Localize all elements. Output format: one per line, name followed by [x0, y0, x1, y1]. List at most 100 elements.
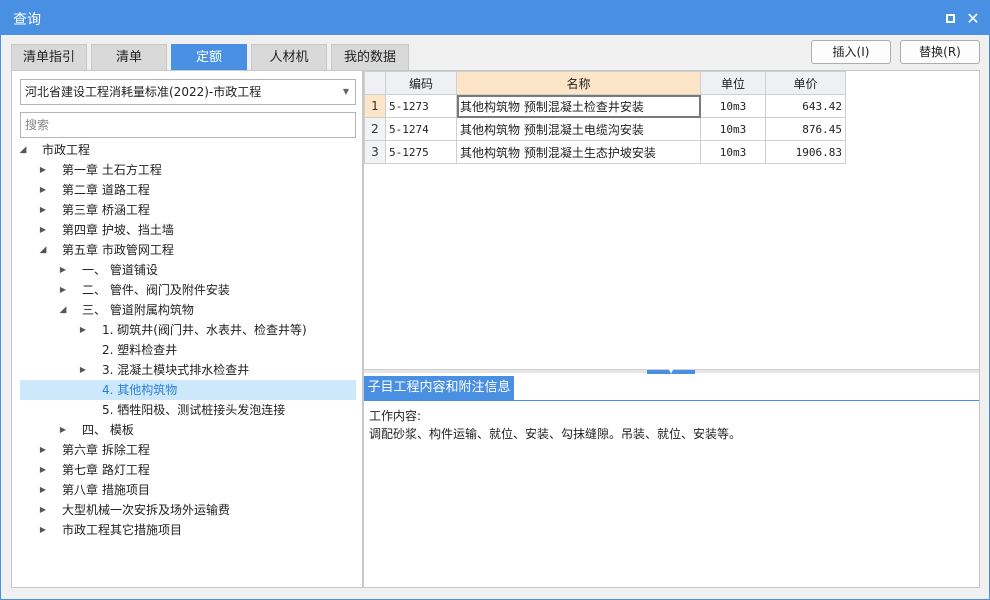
tree-node-label: 市政工程其它措施项目	[62, 523, 183, 537]
tree-node[interactable]: 5. 牺牲阳极、测试桩接头发泡连接	[78, 400, 348, 420]
collapse-grip-icon[interactable]: ▼	[647, 369, 695, 375]
collapse-arrow-icon[interactable]: ▶	[58, 280, 68, 300]
window-title: 查询	[13, 12, 41, 28]
expand-arrow-icon[interactable]: ◢	[58, 300, 68, 320]
quota-grid: 编码 名称 单位 单价 1 5-1273 其他构筑物 预制混凝土检查井安装 10…	[364, 71, 846, 164]
tree-node[interactable]: ▶ 第二章 道路工程	[38, 180, 348, 200]
tab-bill[interactable]: 清单	[91, 44, 167, 70]
tree-node-label: 第四章 护坡、挡土墙	[62, 223, 174, 237]
tree-node-label: 四、 模板	[82, 423, 134, 437]
table-row[interactable]: 1 5-1273 其他构筑物 预制混凝土检查井安装 10m3 643.42	[364, 94, 846, 118]
tree-node[interactable]: ▶ 第一章 土石方工程	[38, 160, 348, 180]
collapse-arrow-icon[interactable]: ▶	[38, 500, 48, 520]
tree-node-label: 第六章 拆除工程	[62, 443, 150, 457]
detail-heading: 工作内容:	[369, 409, 422, 423]
tree-node[interactable]: ▶ 第六章 拆除工程	[38, 440, 348, 460]
cell-price[interactable]: 876.45	[765, 117, 846, 141]
library-select[interactable]: 河北省建设工程消耗量标准(2022)-市政工程 ▼	[20, 79, 356, 105]
collapse-arrow-icon[interactable]: ▶	[58, 260, 68, 280]
tree-node-label: 第八章 措施项目	[62, 483, 150, 497]
panel-splitter[interactable]: ▼	[364, 369, 979, 375]
query-dialog: 查询 ✕ 清单指引 清单 定额 人材机 我的数据 插入(I) 替换(R) 河北省…	[0, 0, 990, 600]
cell-code[interactable]: 5-1273	[385, 94, 457, 118]
tree-node-selected[interactable]: 4. 其他构筑物	[20, 380, 356, 400]
table-row[interactable]: 2 5-1274 其他构筑物 预制混凝土电缆沟安装 10m3 876.45	[364, 117, 846, 141]
collapse-arrow-icon[interactable]: ▶	[78, 320, 88, 340]
tree-node-label: 一、 管道铺设	[82, 263, 158, 277]
detail-content: 工作内容: 调配砂浆、构件运输、就位、安装、勾抹缝隙。吊装、就位、安装等。	[364, 400, 979, 587]
maximize-icon[interactable]	[941, 9, 959, 27]
tab-quota[interactable]: 定额	[171, 44, 247, 70]
collapse-arrow-icon[interactable]: ▶	[58, 420, 68, 440]
tree-node[interactable]: ▶ 四、 模板	[58, 420, 348, 440]
tree-node-label: 市政工程	[42, 143, 91, 157]
cell-unit[interactable]: 10m3	[700, 117, 766, 141]
collapse-arrow-icon[interactable]: ▶	[38, 180, 48, 200]
expand-arrow-icon[interactable]: ◢	[18, 140, 28, 160]
left-panel: 河北省建设工程消耗量标准(2022)-市政工程 ▼ ◢ 市政工程 ▶ 第一章 土…	[11, 70, 363, 588]
cell-name[interactable]: 其他构筑物 预制混凝土电缆沟安装	[456, 117, 701, 141]
tab-labor-material-machine[interactable]: 人材机	[251, 44, 327, 70]
tree-node[interactable]: ▶ 一、 管道铺设	[58, 260, 348, 280]
tree-node[interactable]: ▶ 第四章 护坡、挡土墙	[38, 220, 348, 240]
cell-unit[interactable]: 10m3	[700, 140, 766, 164]
tree-node-label: 第三章 桥涵工程	[62, 203, 150, 217]
row-number: 1	[364, 94, 386, 118]
close-icon[interactable]: ✕	[964, 9, 982, 28]
tree-node[interactable]: ▶ 1. 砌筑井(阀门井、水表井、检查井等)	[78, 320, 348, 340]
collapse-arrow-icon[interactable]: ▶	[38, 160, 48, 180]
tree-node[interactable]: ◢ 第五章 市政管网工程	[38, 240, 348, 260]
cell-price[interactable]: 1906.83	[765, 140, 846, 164]
tree-node-label: 第二章 道路工程	[62, 183, 150, 197]
cell-code[interactable]: 5-1274	[385, 117, 457, 141]
grid-header-row: 编码 名称 单位 单价	[364, 71, 846, 95]
expand-arrow-icon[interactable]: ◢	[38, 240, 48, 260]
table-row[interactable]: 3 5-1275 其他构筑物 预制混凝土生态护坡安装 10m3 1906.83	[364, 140, 846, 164]
row-number: 2	[364, 117, 386, 141]
column-header-code[interactable]: 编码	[385, 71, 457, 95]
tree-node[interactable]: ▶ 大型机械一次安拆及场外运输费	[38, 500, 348, 520]
tree-node[interactable]: ▶ 3. 混凝土模块式排水检查井	[78, 360, 348, 380]
tab-bill-guide[interactable]: 清单指引	[11, 44, 87, 70]
cell-code[interactable]: 5-1275	[385, 140, 457, 164]
cell-unit[interactable]: 10m3	[700, 94, 766, 118]
tree-node[interactable]: ▶ 第三章 桥涵工程	[38, 200, 348, 220]
library-select-value: 河北省建设工程消耗量标准(2022)-市政工程	[25, 85, 262, 99]
tree-node[interactable]: ▶ 第七章 路灯工程	[38, 460, 348, 480]
tree-node[interactable]: ▶ 第八章 措施项目	[38, 480, 348, 500]
tree-node-label: 三、 管道附属构筑物	[82, 303, 194, 317]
row-number: 3	[364, 140, 386, 164]
chevron-down-icon: ▼	[342, 87, 349, 96]
search-input[interactable]	[20, 112, 356, 138]
tab-detail-info[interactable]: 子目工程内容和附注信息	[364, 376, 514, 400]
tree-node[interactable]: ◢ 三、 管道附属构筑物	[58, 300, 348, 320]
collapse-arrow-icon[interactable]: ▶	[78, 360, 88, 380]
tree-node-label: 3. 混凝土模块式排水检查井	[102, 363, 250, 377]
tree-node-label: 4. 其他构筑物	[102, 383, 178, 397]
row-number-header	[364, 71, 386, 95]
right-panel: 编码 名称 单位 单价 1 5-1273 其他构筑物 预制混凝土检查井安装 10…	[363, 70, 980, 588]
cell-name[interactable]: 其他构筑物 预制混凝土生态护坡安装	[456, 140, 701, 164]
collapse-arrow-icon[interactable]: ▶	[38, 520, 48, 540]
tab-my-data[interactable]: 我的数据	[331, 44, 409, 70]
tree-node-label: 5. 牺牲阳极、测试桩接头发泡连接	[102, 403, 286, 417]
column-header-unit[interactable]: 单位	[700, 71, 766, 95]
tree-node-label: 2. 塑料检查井	[102, 343, 178, 357]
column-header-name[interactable]: 名称	[456, 71, 701, 95]
collapse-arrow-icon[interactable]: ▶	[38, 460, 48, 480]
cell-name[interactable]: 其他构筑物 预制混凝土检查井安装	[456, 94, 701, 118]
tree-node[interactable]: ▶ 市政工程其它措施项目	[38, 520, 348, 540]
tree-node[interactable]: 2. 塑料检查井	[78, 340, 348, 360]
insert-button[interactable]: 插入(I)	[811, 40, 891, 64]
tree-node-label: 第一章 土石方工程	[62, 163, 162, 177]
collapse-arrow-icon[interactable]: ▶	[38, 200, 48, 220]
column-header-price[interactable]: 单价	[765, 71, 846, 95]
collapse-arrow-icon[interactable]: ▶	[38, 220, 48, 240]
tree-node[interactable]: ◢ 市政工程	[18, 140, 348, 160]
cell-price[interactable]: 643.42	[765, 94, 846, 118]
collapse-arrow-icon[interactable]: ▶	[38, 480, 48, 500]
tree-node[interactable]: ▶ 二、 管件、阀门及附件安装	[58, 280, 348, 300]
collapse-arrow-icon[interactable]: ▶	[38, 440, 48, 460]
title-bar: 查询 ✕	[1, 1, 989, 35]
replace-button[interactable]: 替换(R)	[900, 40, 980, 64]
